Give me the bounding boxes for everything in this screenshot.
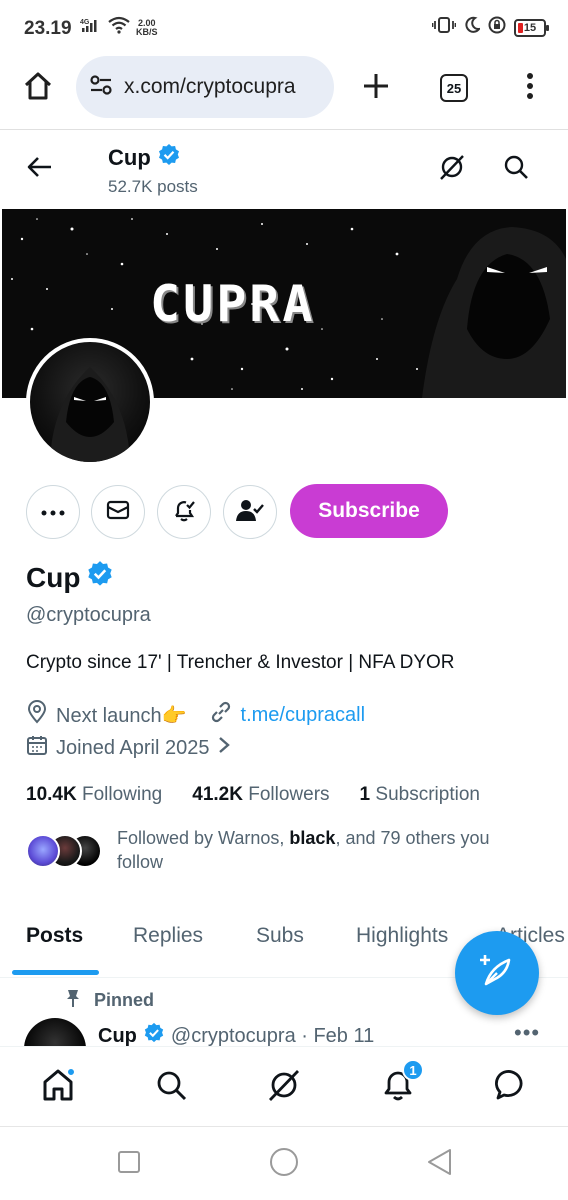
more-vertical-icon — [526, 72, 534, 105]
grok-button[interactable] — [434, 151, 470, 187]
profile-stats: 10.4K Following 41.2K Followers 1 Subscr… — [26, 784, 480, 806]
home-button[interactable] — [18, 68, 58, 108]
compose-post-button[interactable] — [455, 931, 539, 1015]
feather-plus-icon — [477, 951, 517, 996]
search-icon — [155, 1069, 187, 1106]
square-icon — [117, 1150, 141, 1179]
header-name: Cup — [108, 143, 181, 173]
search-icon — [503, 154, 529, 185]
profile-joined: Joined April 2025 — [56, 736, 210, 759]
url-text[interactable]: x.com/cryptocupra — [124, 75, 296, 99]
mail-icon — [106, 500, 130, 525]
followers-stat[interactable]: 41.2K Followers — [192, 784, 329, 806]
nav-explore[interactable] — [149, 1065, 193, 1109]
status-bar: 23.19 4G 2.00 KB/S 15 — [0, 0, 568, 50]
back-button[interactable] — [22, 151, 58, 187]
home-icon — [22, 70, 54, 107]
grok-icon — [438, 153, 466, 186]
profile-location: Next launch👉 — [56, 704, 187, 727]
nav-grok[interactable] — [262, 1065, 306, 1109]
followed-by-text: Followed by Warnos, black, and 79 others… — [117, 828, 490, 872]
profile-joined-row[interactable]: Joined April 2025 — [26, 734, 231, 762]
avatar — [26, 834, 60, 868]
nav-home[interactable] — [36, 1065, 80, 1109]
nav-messages[interactable] — [490, 1065, 534, 1109]
hooded-figure-image — [50, 367, 130, 462]
chevron-right-icon — [217, 735, 231, 761]
bell-check-icon — [171, 497, 197, 528]
triangle-back-icon — [426, 1148, 452, 1181]
tab-switcher-button[interactable]: 25 — [440, 74, 468, 102]
status-right: 15 — [431, 16, 549, 39]
header-posts-count: 52.7K posts — [108, 177, 198, 196]
net-speed: 2.00 KB/S — [136, 17, 158, 37]
profile-top-bar: Cup 52.7K posts — [0, 131, 568, 209]
more-horizontal-icon — [41, 503, 65, 521]
nav-notifications[interactable]: 1 — [376, 1059, 424, 1109]
chat-bubble-icon — [495, 1068, 529, 1107]
message-button[interactable] — [91, 485, 145, 539]
lock-rotation-icon — [488, 16, 506, 39]
tab-subs[interactable]: Subs — [256, 924, 304, 948]
pinned-indicator: Pinned — [64, 988, 154, 1013]
verified-badge-icon[interactable] — [86, 560, 114, 595]
tab-highlights[interactable]: Highlights — [356, 924, 448, 948]
new-tab-button[interactable] — [356, 68, 396, 108]
circle-icon — [269, 1147, 299, 1182]
profile-avatar[interactable] — [26, 338, 154, 466]
system-nav-bar — [0, 1126, 568, 1200]
browser-menu-button[interactable] — [516, 68, 544, 108]
browser-toolbar: x.com/cryptocupra 25 — [0, 50, 568, 130]
following-stat[interactable]: 10.4K Following — [26, 784, 162, 806]
notifications-badge: 1 — [402, 1059, 424, 1081]
recents-button[interactable] — [112, 1147, 146, 1181]
site-settings-icon[interactable] — [88, 72, 114, 103]
followed-by-avatars — [26, 834, 106, 868]
post-author-name[interactable]: Cup — [98, 1025, 137, 1048]
profile-meta-row: Next launch👉 t.me/cupracall — [26, 700, 365, 730]
profile-handle: @cryptocupra — [26, 604, 151, 626]
unread-dot — [66, 1067, 76, 1077]
active-tab-indicator — [12, 970, 99, 975]
system-home-button[interactable] — [267, 1147, 301, 1181]
wifi-icon — [108, 16, 130, 39]
verified-badge-icon — [157, 143, 181, 173]
banner-title: CUPRA — [150, 275, 316, 333]
more-options-button[interactable] — [26, 485, 80, 539]
profile-name: Cup — [26, 560, 114, 595]
address-bar[interactable]: x.com/cryptocupra — [76, 56, 334, 118]
status-time: 23.19 — [24, 18, 72, 39]
svg-text:4G: 4G — [80, 19, 90, 26]
profile-link[interactable]: t.me/cupracall — [241, 704, 366, 727]
notify-button[interactable] — [157, 485, 211, 539]
post-handle-date: @cryptocupra · Feb 11 — [170, 1024, 375, 1047]
calendar-icon — [26, 734, 48, 762]
signal-icon: 4G — [80, 17, 102, 38]
grok-icon — [267, 1068, 301, 1107]
arrow-left-icon — [27, 156, 53, 183]
vibrate-icon — [431, 16, 457, 39]
tab-replies[interactable]: Replies — [133, 924, 203, 948]
pin-icon — [64, 988, 82, 1013]
subscribe-button[interactable]: Subscribe — [290, 484, 448, 538]
post-more-button[interactable]: ••• — [514, 1020, 540, 1046]
location-pin-icon — [26, 700, 48, 730]
search-button[interactable] — [498, 151, 534, 187]
battery-indicator: 15 — [514, 18, 549, 37]
plus-icon — [362, 72, 390, 105]
tab-posts[interactable]: Posts — [26, 924, 83, 948]
profile-bio: Crypto since 17' | Trencher & Investor |… — [26, 652, 455, 673]
link-icon — [209, 700, 233, 730]
system-back-button[interactable] — [422, 1147, 456, 1181]
subscriptions-stat[interactable]: 1 Subscription — [360, 784, 480, 806]
following-button[interactable] — [223, 485, 277, 539]
moon-icon — [464, 16, 482, 39]
network-indicator: 4G 2.00 KB/S — [80, 16, 158, 39]
user-check-icon — [236, 498, 264, 527]
bottom-nav: 1 — [0, 1046, 568, 1126]
